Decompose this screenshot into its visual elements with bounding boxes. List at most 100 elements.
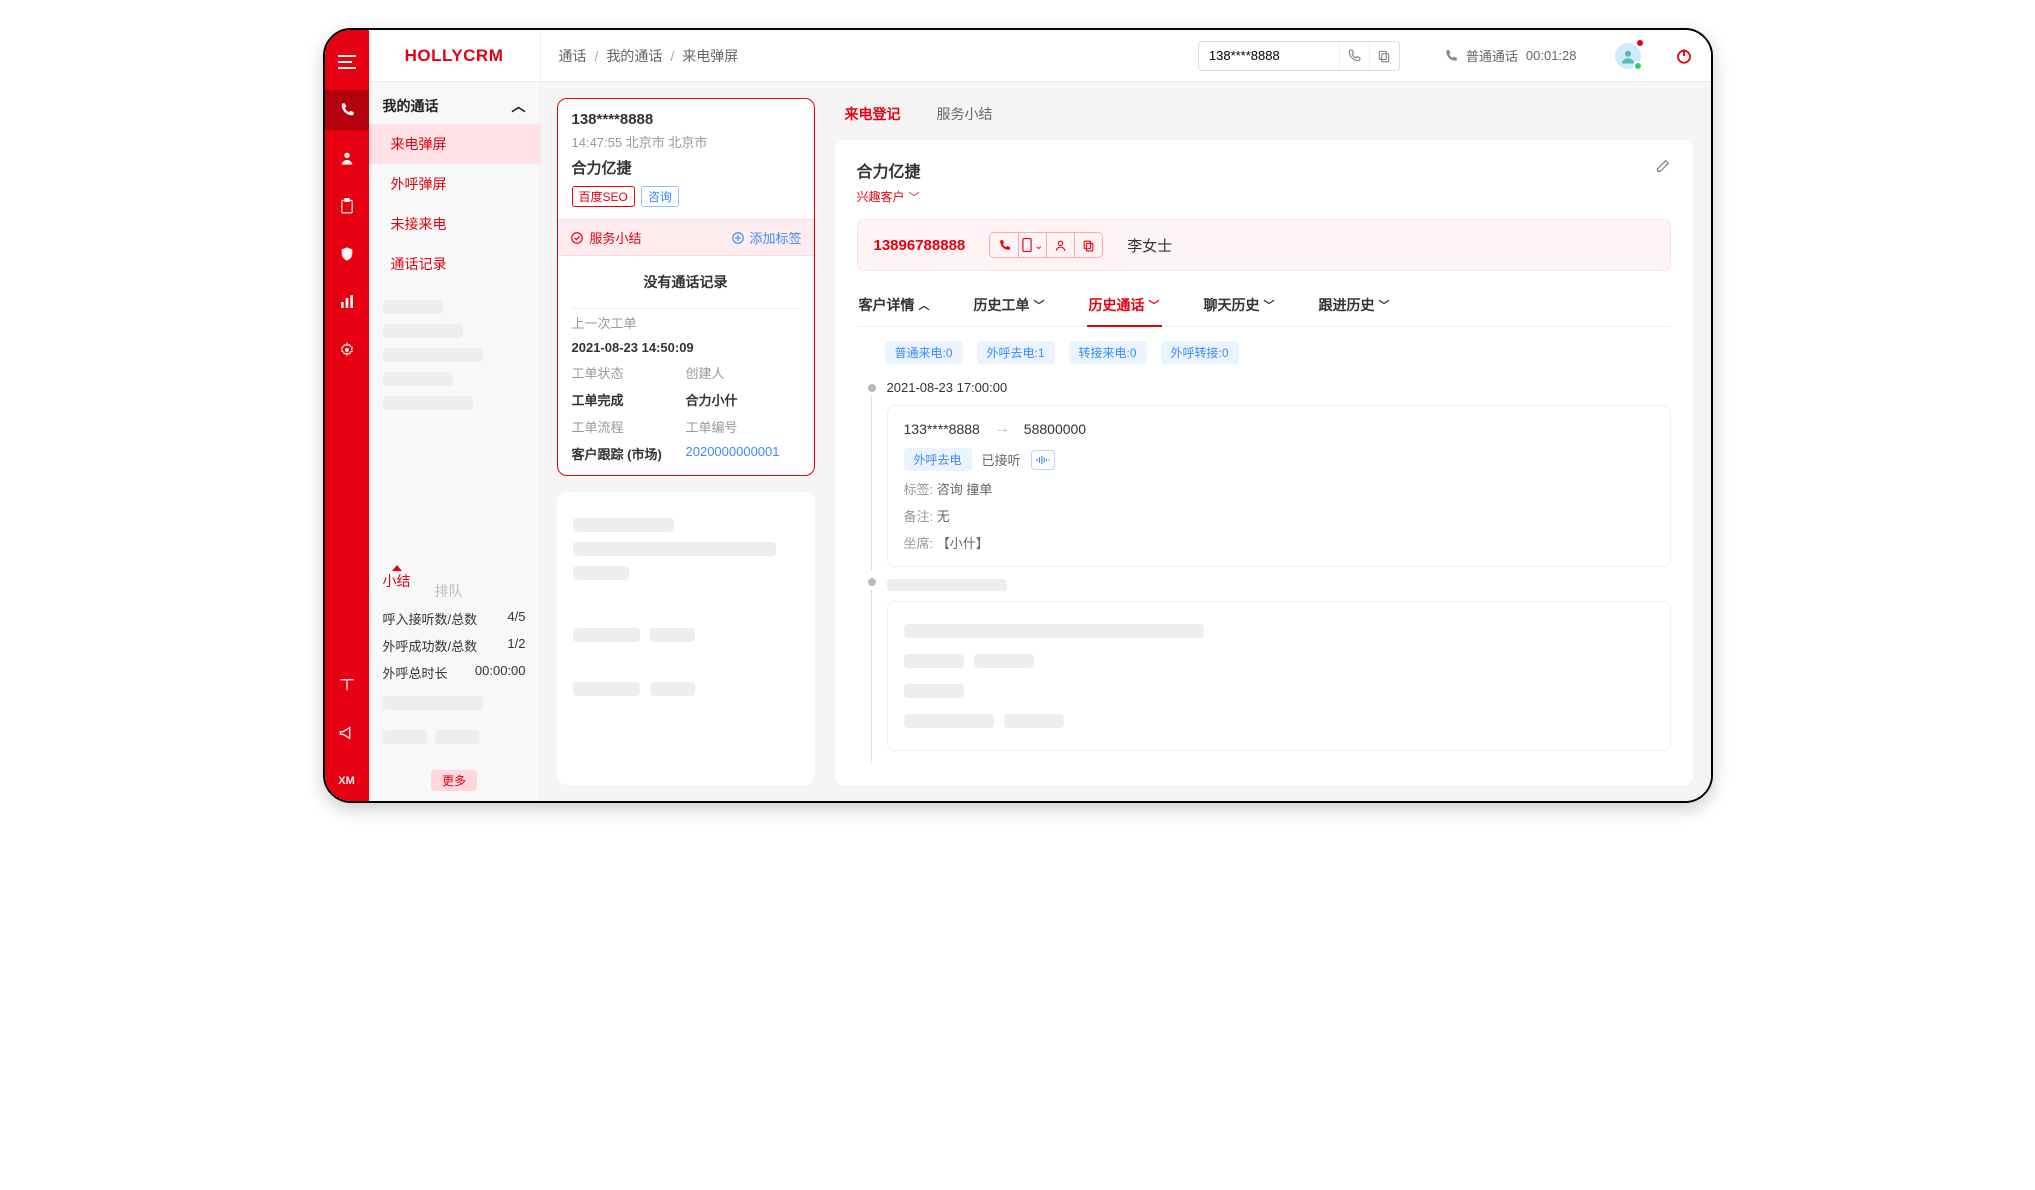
gear-icon[interactable]	[325, 330, 369, 370]
book-icon[interactable]	[325, 665, 369, 705]
mini-tab-queue[interactable]: 排队	[435, 581, 463, 601]
crumb-calls[interactable]: 通话	[559, 46, 587, 66]
no-call-records-label: 没有通话记录	[558, 256, 814, 308]
contact-actions: ⌄	[989, 232, 1103, 258]
user-action-icon[interactable]	[1046, 233, 1074, 257]
creator-value: 合力小什	[686, 390, 738, 409]
nav-group-label: 我的通话	[383, 96, 439, 116]
copy-icon[interactable]	[1369, 42, 1399, 70]
crumb-incoming[interactable]: 来电弹屏	[682, 46, 738, 66]
call-from: 133****8888	[904, 421, 980, 437]
call-action-icon[interactable]	[990, 233, 1018, 257]
copy-action-icon[interactable]	[1074, 233, 1102, 257]
chevron-down-icon: ﹀	[1264, 297, 1275, 313]
chip-inbound[interactable]: 普通来电:0	[885, 341, 963, 364]
breadcrumb-sep: /	[670, 48, 674, 64]
phone-icon	[1444, 49, 1458, 63]
tag-seo[interactable]: 百度SEO	[572, 186, 635, 207]
timeline-rail	[857, 380, 887, 767]
contact-bar: 13896788888 ⌄ 李女士	[857, 219, 1671, 271]
order-done-value: 工单完成	[572, 390, 686, 409]
user-icon[interactable]	[325, 138, 369, 178]
note-label: 备注:	[904, 509, 934, 524]
checkmark-circle-icon	[570, 231, 584, 245]
shield-icon[interactable]	[325, 234, 369, 274]
power-icon[interactable]	[1675, 47, 1693, 65]
main-area: 通话 / 我的通话 / 来电弹屏 普通通话	[541, 30, 1711, 801]
agent-value: 【小什】	[937, 536, 989, 551]
nav-rail: XM	[325, 30, 369, 801]
placeholder-entry	[887, 601, 1671, 751]
arrow-right-icon: →	[994, 420, 1010, 438]
chip-transfer-out[interactable]: 外呼转接:0	[1161, 341, 1239, 364]
tags-label: 标签:	[904, 482, 934, 497]
announce-icon[interactable]	[325, 713, 369, 753]
stat-inbound-label: 呼入接听数/总数	[383, 609, 478, 628]
placeholder-card	[557, 492, 815, 785]
clipboard-icon[interactable]	[325, 186, 369, 226]
order-flow-label: 工单流程	[572, 417, 686, 436]
mobile-action-icon[interactable]: ⌄	[1018, 233, 1046, 257]
tag-consult[interactable]: 咨询	[641, 186, 679, 207]
tab-service-summary[interactable]: 服务小结	[933, 98, 997, 130]
company-title: 合力亿捷	[857, 158, 921, 182]
tab-incoming-register[interactable]: 来电登记	[841, 98, 905, 130]
avatar[interactable]	[1615, 43, 1641, 69]
notif-dot	[1637, 40, 1643, 46]
chevron-down-icon: ﹀	[1149, 297, 1160, 313]
stat-duration-value: 00:00:00	[475, 663, 526, 682]
xm-label[interactable]: XM	[325, 761, 369, 801]
status-online-dot	[1633, 61, 1643, 71]
order-status-label: 工单状态	[572, 363, 686, 382]
nav-item-missed[interactable]: 未接来电	[369, 204, 540, 244]
nav-group-mycalls[interactable]: 我的通话 ︿	[369, 88, 540, 124]
nav-item-incoming-popup[interactable]: 来电弹屏	[369, 124, 540, 164]
chip-outbound[interactable]: 外呼去电:1	[977, 341, 1055, 364]
order-id-link[interactable]: 2020000000001	[686, 444, 780, 463]
edit-icon[interactable]	[1655, 158, 1671, 174]
call-direction-badge: 外呼去电	[904, 448, 972, 471]
crumb-mycalls[interactable]: 我的通话	[606, 46, 662, 66]
stat-inbound-value: 4/5	[507, 609, 525, 628]
mini-tab-summary[interactable]: 小结	[383, 581, 411, 601]
call-entry[interactable]: 133****8888 → 58800000 外呼去电 已接听	[887, 405, 1671, 567]
customer-track-value: 客户跟踪 (市场)	[572, 444, 686, 463]
waveform-icon[interactable]	[1031, 450, 1055, 470]
search-input[interactable]	[1199, 42, 1339, 70]
chevron-down-icon: ﹀	[1034, 297, 1045, 313]
search-group	[1198, 41, 1400, 71]
subtab-detail[interactable]: 客户详情︿	[857, 289, 932, 327]
chevron-up-icon: ︿	[919, 297, 930, 313]
phone-icon[interactable]	[325, 90, 369, 130]
brand-logo: HOLLYCRM	[369, 30, 540, 82]
nav-item-outbound-popup[interactable]: 外呼弹屏	[369, 164, 540, 204]
subtab-calls[interactable]: 历史通话﹀	[1087, 289, 1162, 327]
sidebar: HOLLYCRM 我的通话 ︿ 来电弹屏 外呼弹屏 未接来电 通话记录 小结 排…	[369, 30, 541, 801]
call-icon[interactable]	[1339, 42, 1369, 70]
menu-icon[interactable]	[325, 42, 369, 82]
creator-label: 创建人	[686, 363, 800, 382]
chevron-down-icon: ﹀	[1379, 297, 1390, 313]
nav-item-log[interactable]: 通话记录	[369, 244, 540, 284]
note-value: 无	[937, 509, 950, 524]
contact-name: 李女士	[1127, 235, 1172, 256]
subtab-follow[interactable]: 跟进历史﹀	[1317, 289, 1392, 327]
interest-customer-label[interactable]: 兴趣客户	[857, 188, 905, 205]
chip-transfer-in[interactable]: 转接来电:0	[1069, 341, 1147, 364]
subtab-orders[interactable]: 历史工单﹀	[972, 289, 1047, 327]
caller-time-location: 14:47:55 北京市 北京市	[572, 132, 800, 151]
more-button[interactable]: 更多	[431, 770, 477, 791]
call-card: 138****8888 14:47:55 北京市 北京市 合力亿捷 百度SEO …	[557, 98, 815, 476]
chevron-up-icon: ︿	[512, 96, 526, 116]
subtab-chats[interactable]: 聊天历史﹀	[1202, 289, 1277, 327]
add-tag-button[interactable]: 添加标签	[731, 228, 801, 247]
chart-icon[interactable]	[325, 282, 369, 322]
call-status-label: 普通通话	[1466, 46, 1518, 65]
sidebar-placeholder-block	[369, 284, 540, 426]
order-id-label: 工单编号	[686, 417, 800, 436]
stat-outbound-label: 外呼成功数/总数	[383, 636, 478, 655]
app-frame: XM HOLLYCRM 我的通话 ︿ 来电弹屏 外呼弹屏 未接来电 通话记录 小…	[323, 28, 1713, 803]
breadcrumb-sep: /	[595, 48, 599, 64]
timeline-timestamp: 2021-08-23 17:00:00	[887, 380, 1671, 395]
service-summary-label[interactable]: 服务小结	[590, 228, 642, 247]
